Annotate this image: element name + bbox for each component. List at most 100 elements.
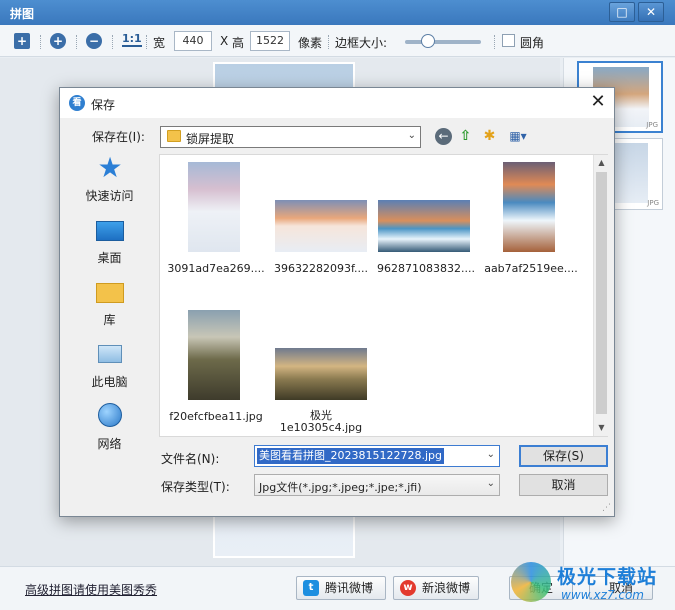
resize-grip-icon[interactable]: ⋰ bbox=[602, 503, 611, 513]
place-quick-access[interactable]: ★ 快速访问 bbox=[60, 151, 159, 215]
sina-weibo-icon: w bbox=[400, 580, 416, 596]
new-folder-icon[interactable]: ✱ bbox=[481, 128, 498, 145]
file-name: 3091ad7ea269.... bbox=[167, 262, 265, 275]
watermark-text: 极光下载站 bbox=[557, 566, 658, 588]
zoom-out-icon[interactable]: − bbox=[86, 33, 102, 49]
slider-thumb[interactable] bbox=[421, 34, 435, 48]
toolbar-separator bbox=[76, 35, 77, 49]
library-icon bbox=[96, 283, 124, 303]
place-label: 此电脑 bbox=[91, 375, 128, 389]
star-icon: ★ bbox=[97, 151, 123, 184]
height-label: 高 bbox=[232, 36, 245, 50]
file-thumbnail bbox=[188, 310, 240, 400]
network-icon bbox=[98, 403, 122, 427]
view-menu-icon[interactable]: ▦▾ bbox=[506, 128, 530, 145]
file-item[interactable]: 3091ad7ea269.... bbox=[165, 162, 267, 282]
file-thumbnail bbox=[378, 200, 470, 252]
place-this-pc[interactable]: 此电脑 bbox=[60, 341, 159, 401]
file-item[interactable]: aab7af2519ee.... bbox=[480, 162, 582, 282]
advanced-collage-link[interactable]: 高级拼图请使用美图秀秀 bbox=[25, 581, 157, 598]
actual-size-button[interactable]: 1:1 bbox=[122, 33, 142, 47]
place-label: 桌面 bbox=[97, 251, 122, 265]
round-corner-checkbox[interactable] bbox=[502, 34, 515, 47]
place-label: 快速访问 bbox=[85, 189, 134, 203]
close-button[interactable]: ✕ bbox=[638, 2, 664, 22]
save-in-label: 保存在(I): bbox=[92, 130, 145, 144]
file-item[interactable]: 39632282093f.... bbox=[270, 162, 372, 282]
sina-weibo-button[interactable]: w 新浪微博 bbox=[393, 576, 479, 600]
file-name: 39632282093f.... bbox=[273, 262, 369, 275]
place-desktop[interactable]: 桌面 bbox=[60, 217, 159, 277]
add-image-icon[interactable]: + bbox=[14, 33, 30, 49]
folder-icon bbox=[167, 130, 181, 142]
file-name: 962871083832.... bbox=[377, 262, 475, 275]
file-thumbnail bbox=[275, 200, 367, 252]
up-folder-icon[interactable]: ⇧ bbox=[457, 128, 474, 145]
toolbar-separator bbox=[112, 35, 113, 49]
filename-label: 文件名(N): bbox=[161, 452, 220, 466]
watermark-logo-icon bbox=[511, 562, 551, 602]
watermark-url: www.xz7.com bbox=[561, 588, 644, 602]
file-list-scrollbar[interactable]: ▲ ▼ bbox=[593, 155, 608, 436]
file-item[interactable]: 极光 1e10305c4.jpg bbox=[270, 310, 372, 433]
place-network[interactable]: 网络 bbox=[60, 403, 159, 463]
maximize-button[interactable]: □ bbox=[609, 2, 635, 22]
width-label: 宽 bbox=[153, 36, 166, 50]
border-size-slider[interactable] bbox=[405, 40, 481, 44]
tencent-weibo-label: 腾讯微博 bbox=[325, 581, 374, 595]
dialog-titlebar: 看 保存 ✕ bbox=[60, 88, 614, 118]
round-corner-label: 圆角 bbox=[520, 36, 545, 50]
toolbar-separator bbox=[328, 35, 329, 49]
x-label: X bbox=[220, 34, 229, 48]
toolbar: + + − 1:1 宽 440 X 高 1522 像素 边框大小: 圆角 bbox=[0, 25, 675, 57]
thumbnail-badge: JPG bbox=[647, 199, 659, 207]
scroll-up-icon[interactable]: ▲ bbox=[594, 155, 609, 171]
watermark: 极光下载站 www.xz7.com bbox=[505, 558, 675, 610]
app-icon: 看 bbox=[69, 95, 85, 111]
file-item[interactable]: 962871083832.... bbox=[375, 162, 477, 282]
file-item[interactable]: f20efcfbea11.jpg bbox=[165, 310, 267, 430]
file-list: 3091ad7ea269.... 39632282093f.... 962871… bbox=[159, 154, 608, 437]
unit-label: 像素 bbox=[298, 36, 323, 50]
border-size-label: 边框大小: bbox=[335, 36, 388, 50]
chevron-down-icon: ⌄ bbox=[407, 130, 416, 141]
sina-weibo-label: 新浪微博 bbox=[422, 581, 471, 595]
chevron-down-icon[interactable]: ⌄ bbox=[487, 449, 495, 460]
filetype-label: 保存类型(T): bbox=[161, 480, 230, 494]
filename-input[interactable]: 美图看看拼图_2023815122728.jpg ⌄ bbox=[254, 445, 500, 467]
place-label: 库 bbox=[103, 313, 116, 327]
height-input[interactable]: 1522 bbox=[250, 31, 290, 51]
tencent-weibo-button[interactable]: t 腾讯微博 bbox=[296, 576, 386, 600]
main-titlebar: 拼图 □ ✕ bbox=[0, 0, 675, 25]
place-library[interactable]: 库 bbox=[60, 279, 159, 339]
tencent-weibo-icon: t bbox=[303, 580, 319, 596]
toolbar-separator bbox=[146, 35, 147, 49]
file-name-line2: 1e10305c4.jpg bbox=[279, 421, 363, 433]
places-bar: ★ 快速访问 桌面 库 此电脑 网络 bbox=[60, 151, 159, 475]
save-in-dropdown[interactable]: 锁屏提取 ⌄ bbox=[160, 126, 421, 148]
save-button[interactable]: 保存(S) bbox=[519, 445, 608, 467]
toolbar-separator bbox=[494, 35, 495, 49]
toolbar-separator bbox=[40, 35, 41, 49]
file-thumbnail bbox=[503, 162, 555, 252]
dialog-title: 保存 bbox=[91, 98, 116, 112]
main-window-title: 拼图 bbox=[10, 7, 35, 21]
save-dialog: 看 保存 ✕ 保存在(I): 锁屏提取 ⌄ ← ⇧ ✱ ▦▾ ★ 快速访问 桌面… bbox=[59, 87, 615, 517]
thumbnail-badge: JPG bbox=[646, 121, 658, 129]
desktop-icon bbox=[96, 221, 124, 241]
width-input[interactable]: 440 bbox=[174, 31, 212, 51]
dialog-cancel-button[interactable]: 取消 bbox=[519, 474, 608, 496]
file-thumbnail bbox=[188, 162, 240, 252]
place-label: 网络 bbox=[97, 437, 122, 451]
filetype-dropdown[interactable]: Jpg文件(*.jpg;*.jpeg;*.jpe;*.jfi) ⌄ bbox=[254, 474, 500, 496]
back-icon[interactable]: ← bbox=[435, 128, 452, 145]
scroll-thumb[interactable] bbox=[596, 172, 607, 414]
file-name: aab7af2519ee.... bbox=[484, 262, 578, 275]
file-name: f20efcfbea11.jpg bbox=[169, 410, 263, 423]
filename-value: 美图看看拼图_2023815122728.jpg bbox=[257, 448, 444, 464]
file-thumbnail bbox=[275, 348, 367, 400]
zoom-in-icon[interactable]: + bbox=[50, 33, 66, 49]
filetype-value: Jpg文件(*.jpg;*.jpeg;*.jpe;*.jfi) bbox=[259, 481, 422, 494]
scroll-down-icon[interactable]: ▼ bbox=[594, 420, 609, 436]
dialog-close-icon[interactable]: ✕ bbox=[587, 92, 609, 114]
